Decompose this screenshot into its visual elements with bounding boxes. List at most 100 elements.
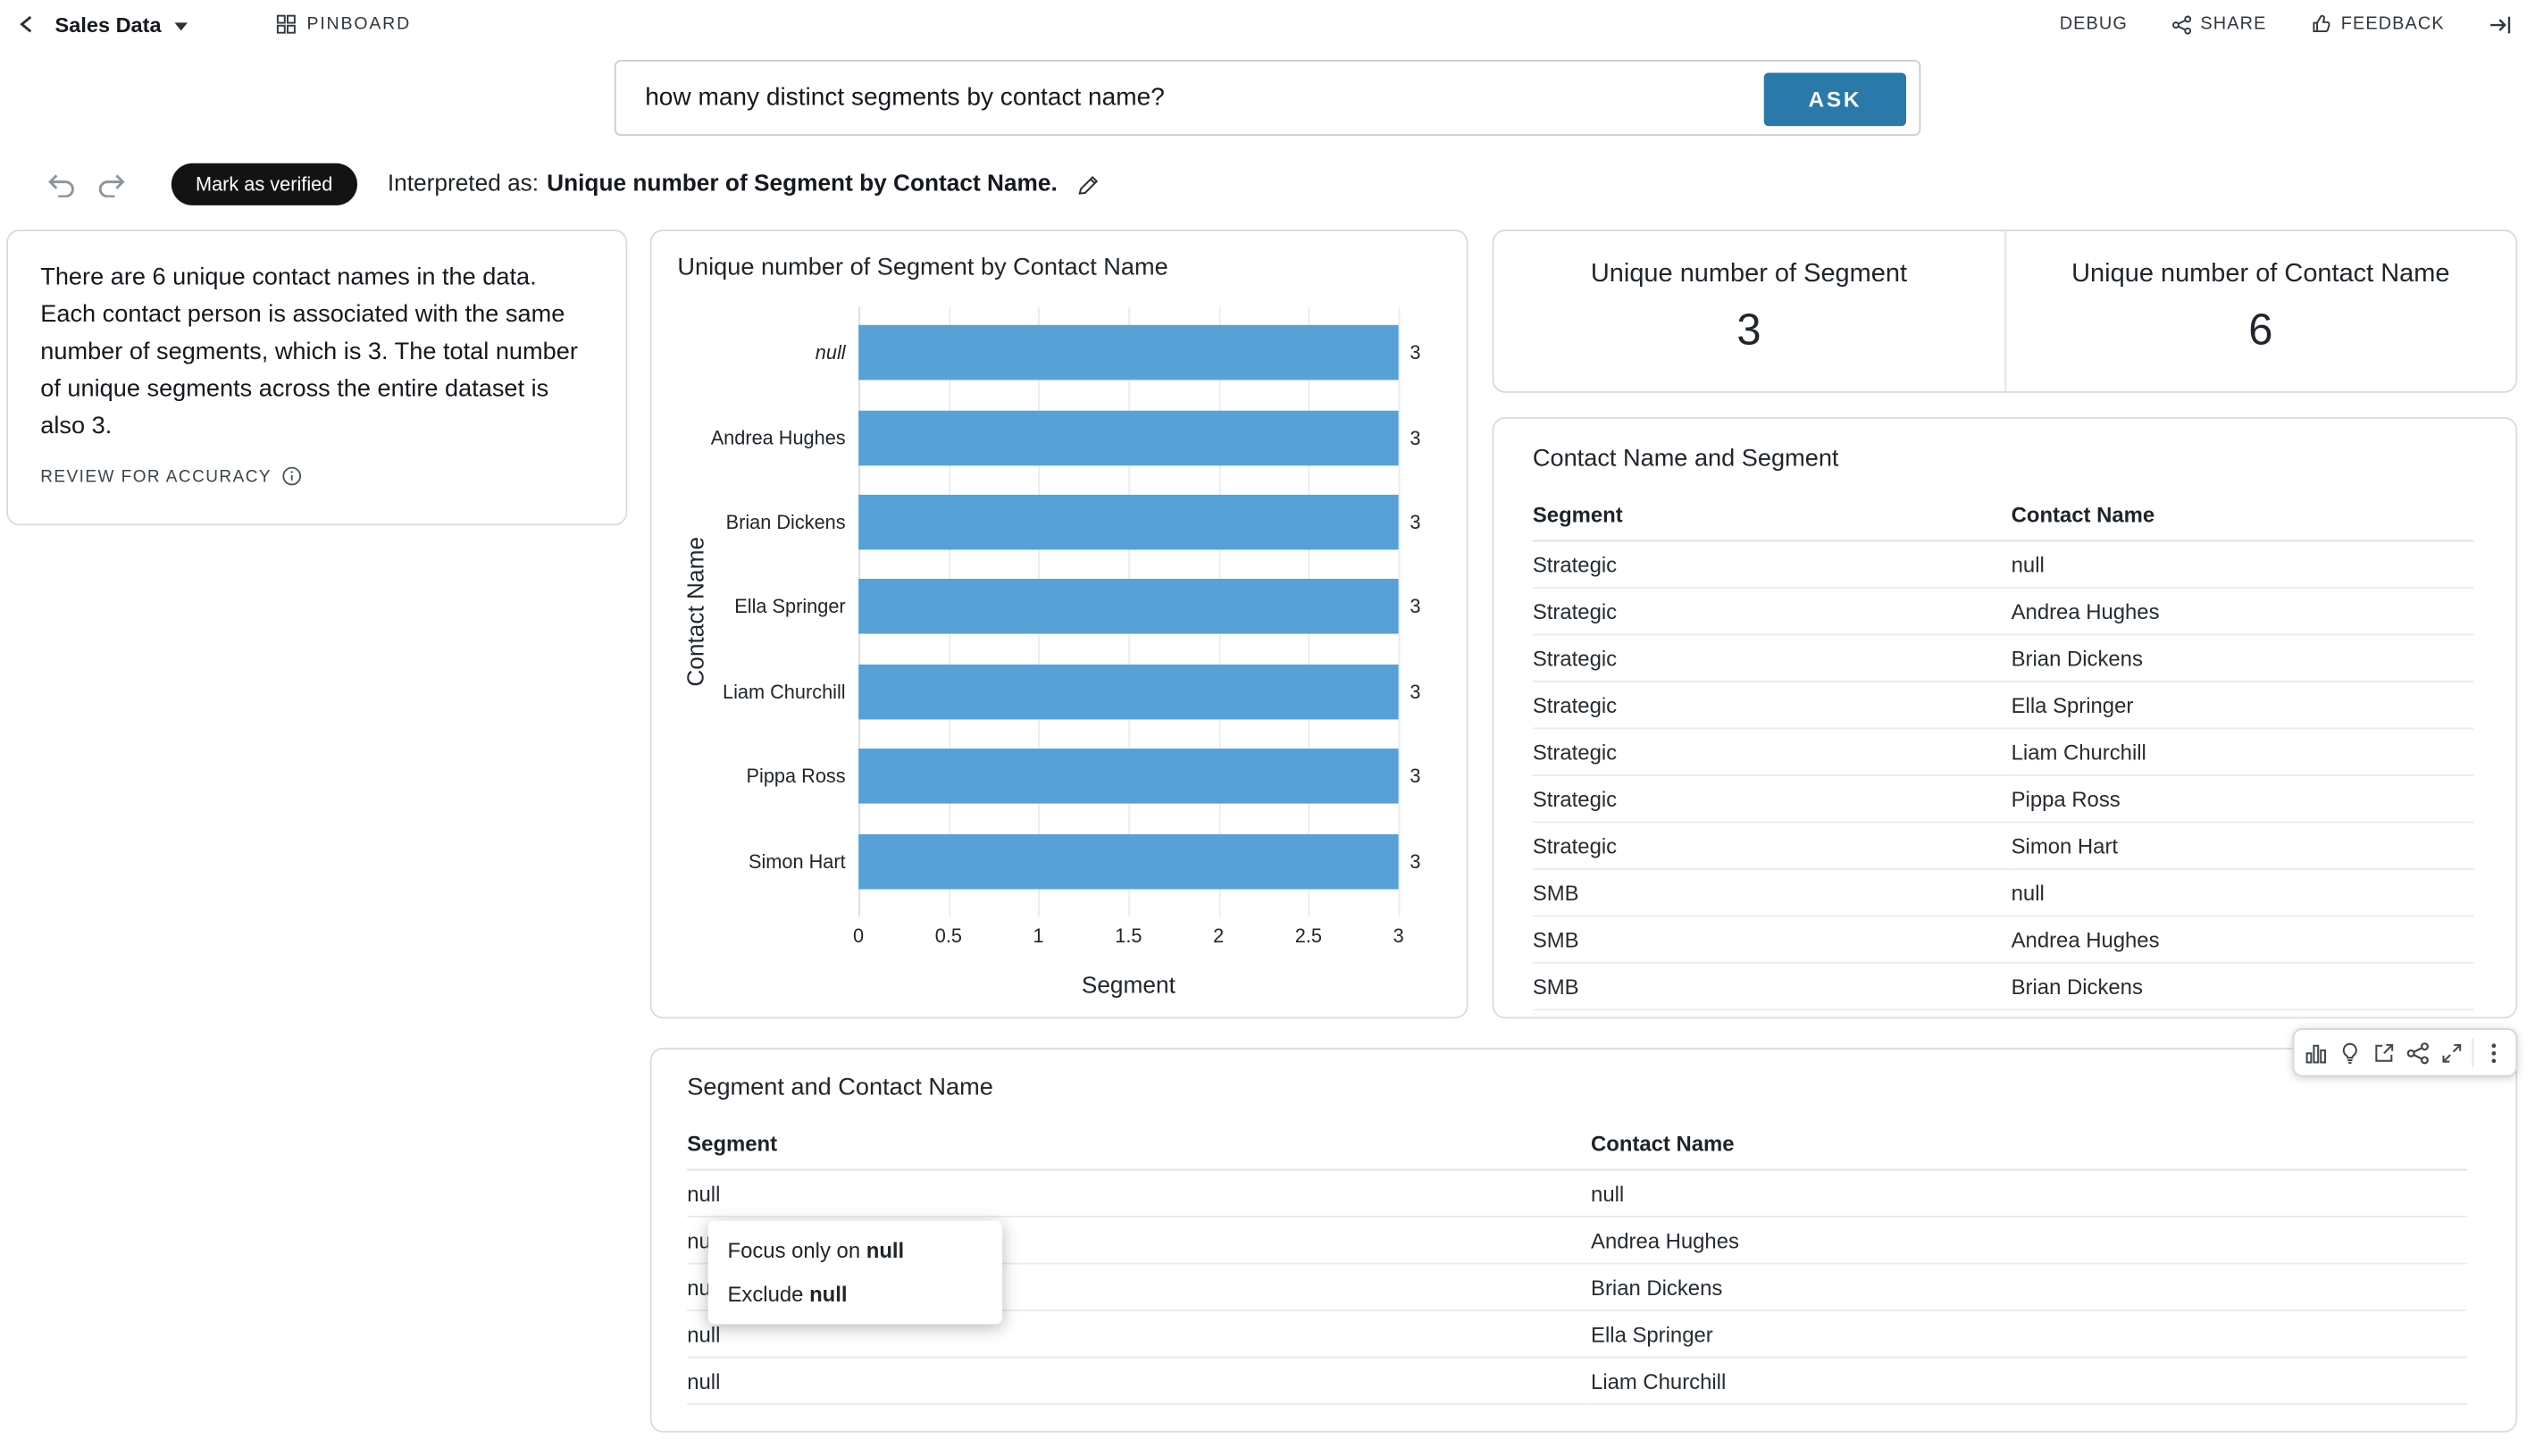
table-cell[interactable]: null [1591, 1170, 2467, 1217]
redo-button[interactable] [97, 172, 128, 197]
bar[interactable]: 3 [858, 749, 1399, 804]
bar-row: Ella Springer3 [858, 565, 1399, 649]
column-header[interactable]: Contact Name [1591, 1120, 2467, 1169]
narrative-text: There are 6 unique contact names in the … [40, 259, 593, 446]
table-cell[interactable]: Ella Springer [2012, 682, 2474, 728]
review-accuracy-label: REVIEW FOR ACCURACY [40, 467, 272, 487]
menu-item-exclude[interactable]: Exclude null [708, 1272, 1002, 1316]
bar[interactable]: 3 [858, 580, 1399, 635]
table-row[interactable]: nullnull [687, 1170, 2467, 1217]
table-cell[interactable]: SMB [1533, 869, 2012, 916]
x-axis-ticks: 00.511.522.53 [858, 921, 1399, 950]
table-cell[interactable]: Strategic [1533, 775, 2012, 822]
share-button[interactable]: SHARE [2171, 13, 2267, 35]
table-row[interactable]: StrategicLiam Churchill [1533, 728, 2473, 774]
pinboard-button[interactable]: PINBOARD [274, 13, 411, 35]
bar[interactable]: 3 [858, 410, 1399, 465]
bar-value-label: 3 [1410, 765, 1420, 787]
kpi-value: 3 [1736, 305, 1761, 356]
x-tick-label: 3 [1393, 925, 1404, 947]
bar[interactable]: 3 [858, 833, 1399, 889]
table-cell[interactable]: Strategic [1533, 728, 2012, 774]
table-cell[interactable]: Brian Dickens [2012, 963, 2474, 1009]
bar-row: null3 [858, 311, 1399, 396]
x-tick-label: 2.5 [1295, 925, 1322, 947]
table-cell[interactable]: null [687, 1170, 1591, 1217]
table-cell[interactable]: null [2012, 540, 2474, 587]
more-icon[interactable] [2477, 1030, 2511, 1075]
x-tick-label: 1.5 [1115, 925, 1142, 947]
table-row[interactable]: StrategicPippa Ross [1533, 775, 2473, 822]
table-cell[interactable]: Brian Dickens [1591, 1264, 2467, 1310]
bar-row: Pippa Ross3 [858, 734, 1399, 819]
table-cell[interactable]: Strategic [1533, 588, 2012, 634]
undo-button[interactable] [46, 172, 76, 197]
share-icon[interactable] [2401, 1030, 2435, 1075]
toolbar-divider [2472, 1038, 2473, 1067]
top-right-actions: DEBUG SHARE FEEDBACK [2060, 13, 2513, 37]
table-cell[interactable]: SMB [1533, 916, 2012, 962]
table-cell[interactable]: Strategic [1533, 540, 2012, 587]
table-cell[interactable]: Strategic [1533, 682, 2012, 728]
edit-interpretation-button[interactable] [1075, 172, 1100, 197]
contact-segment-table-card: Contact Name and Segment SegmentContact … [1493, 417, 2518, 1018]
table-cell[interactable]: null [687, 1357, 1591, 1403]
kpi-value: 6 [2248, 305, 2272, 356]
expand-icon[interactable] [2435, 1030, 2469, 1075]
bar[interactable]: 3 [858, 664, 1399, 719]
table-cell[interactable]: Ella Springer [1591, 1310, 2467, 1357]
chart-title: Unique number of Segment by Contact Name [677, 254, 1440, 281]
feedback-label: FEEDBACK [2341, 14, 2445, 34]
ask-input[interactable] [616, 62, 1920, 134]
table-cell[interactable]: Strategic [1533, 634, 2012, 681]
bar-value-label: 3 [1410, 596, 1420, 618]
table-cell[interactable]: Pippa Ross [2012, 775, 2474, 822]
mark-as-verified-button[interactable]: Mark as verified [172, 163, 357, 205]
column-header[interactable]: Contact Name [2012, 491, 2474, 540]
top-bar: Sales Data PINBOARD DEBUG SHARE [0, 0, 2535, 48]
table-row[interactable]: StrategicSimon Hart [1533, 822, 2473, 868]
share-icon [2171, 13, 2193, 35]
column-header[interactable]: Segment [1533, 491, 2012, 540]
table-cell[interactable]: SMB [1533, 963, 2012, 1009]
interpreted-as-label: Interpreted as: [388, 172, 539, 197]
feedback-button[interactable]: FEEDBACK [2310, 13, 2444, 35]
bar[interactable]: 3 [858, 325, 1399, 381]
dataset-selector[interactable]: Sales Data [55, 13, 188, 37]
table-cell[interactable]: Andrea Hughes [2012, 588, 2474, 634]
menu-item-value: null [809, 1282, 847, 1306]
dataset-name: Sales Data [55, 13, 162, 37]
insight-bulb-icon[interactable] [2333, 1030, 2367, 1075]
table-row[interactable]: StrategicElla Springer [1533, 682, 2473, 728]
table-cell[interactable]: Strategic [1533, 822, 2012, 868]
bar[interactable]: 3 [858, 495, 1399, 550]
table-cell[interactable]: Liam Churchill [1591, 1357, 2467, 1403]
export-icon[interactable] [2367, 1030, 2401, 1075]
ask-button[interactable]: ASK [1764, 72, 1906, 126]
y-tick-label: Pippa Ross [747, 765, 846, 787]
table-row[interactable]: Strategicnull [1533, 540, 2473, 587]
column-header[interactable]: Segment [687, 1120, 1591, 1169]
table-cell[interactable]: Andrea Hughes [1591, 1217, 2467, 1263]
table-cell[interactable]: null [2012, 869, 2474, 916]
menu-item-text: Exclude [728, 1282, 810, 1306]
y-tick-label: Ella Springer [734, 596, 845, 618]
table-row[interactable]: nullLiam Churchill [687, 1357, 2467, 1403]
table-row[interactable]: SMBnull [1533, 869, 2473, 916]
bar-row: Liam Churchill3 [858, 649, 1399, 734]
debug-button[interactable]: DEBUG [2060, 14, 2128, 34]
menu-item-focus[interactable]: Focus only on null [708, 1229, 1002, 1273]
column-chart-icon[interactable] [2299, 1030, 2333, 1075]
table-row[interactable]: StrategicBrian Dickens [1533, 634, 2473, 681]
table-header-row: SegmentContact Name [687, 1120, 2467, 1169]
table-cell[interactable]: Simon Hart [2012, 822, 2474, 868]
table-cell[interactable]: Brian Dickens [2012, 634, 2474, 681]
info-icon[interactable] [281, 466, 303, 488]
table-row[interactable]: SMBAndrea Hughes [1533, 916, 2473, 962]
back-button[interactable] [16, 13, 38, 35]
collapse-panel-button[interactable] [2489, 13, 2513, 37]
table-cell[interactable]: Andrea Hughes [2012, 916, 2474, 962]
table-cell[interactable]: Liam Churchill [2012, 728, 2474, 774]
table-row[interactable]: StrategicAndrea Hughes [1533, 588, 2473, 634]
table-row[interactable]: SMBBrian Dickens [1533, 963, 2473, 1009]
